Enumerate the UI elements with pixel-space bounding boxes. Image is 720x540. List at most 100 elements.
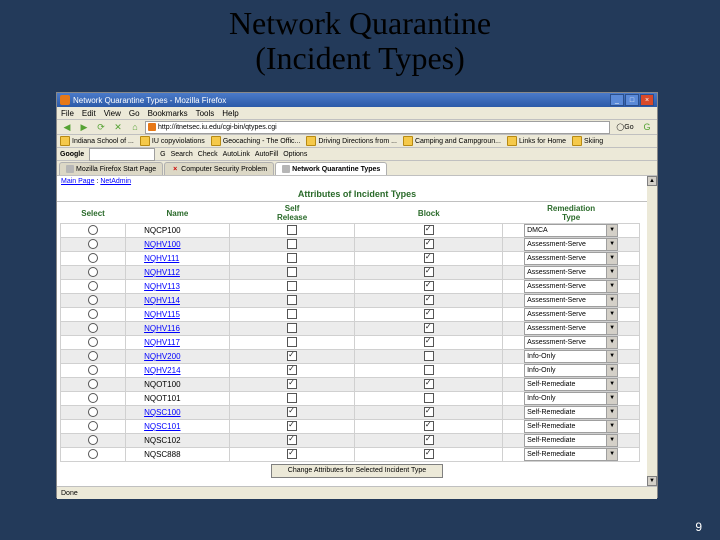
block-checkbox[interactable] <box>424 225 434 235</box>
google-autofill-button[interactable]: AutoFill <box>255 151 278 158</box>
self-release-checkbox[interactable] <box>287 225 297 235</box>
row-name[interactable]: NQHV115 <box>126 308 230 322</box>
block-checkbox[interactable] <box>424 253 434 263</box>
remediation-select[interactable]: Assessment-Serve▼ <box>524 280 618 293</box>
remediation-select[interactable]: Assessment-Serve▼ <box>524 308 618 321</box>
self-release-checkbox[interactable] <box>287 267 297 277</box>
self-release-checkbox[interactable] <box>287 281 297 291</box>
remediation-select[interactable]: Self-Remediate▼ <box>524 420 618 433</box>
self-release-checkbox[interactable] <box>287 323 297 333</box>
block-checkbox[interactable] <box>424 365 434 375</box>
minimize-button[interactable]: _ <box>610 94 624 106</box>
block-checkbox[interactable] <box>424 281 434 291</box>
select-radio[interactable] <box>88 421 98 431</box>
block-checkbox[interactable] <box>424 337 434 347</box>
breadcrumb-netadmin[interactable]: NetAdmin <box>100 178 131 185</box>
home-button[interactable]: ⌂ <box>128 121 142 133</box>
address-bar[interactable]: http://itnetsec.iu.edu/cgi-bin/qtypes.cg… <box>145 121 610 134</box>
row-name[interactable]: NQHV112 <box>126 266 230 280</box>
bookmark-item[interactable]: Geocaching - The Offic... <box>211 136 301 146</box>
google-autolink-button[interactable]: AutoLink <box>223 151 250 158</box>
remediation-select[interactable]: Self-Remediate▼ <box>524 434 618 447</box>
self-release-checkbox[interactable] <box>287 365 297 375</box>
remediation-select[interactable]: Assessment-Serve▼ <box>524 252 618 265</box>
select-radio[interactable] <box>88 267 98 277</box>
remediation-select[interactable]: Assessment-Serve▼ <box>524 238 618 251</box>
remediation-select[interactable]: Self-Remediate▼ <box>524 448 618 461</box>
self-release-checkbox[interactable] <box>287 449 297 459</box>
block-checkbox[interactable] <box>424 421 434 431</box>
block-checkbox[interactable] <box>424 351 434 361</box>
block-checkbox[interactable] <box>424 323 434 333</box>
row-name[interactable]: NQHV111 <box>126 252 230 266</box>
reload-button[interactable]: ⟳ <box>94 121 108 133</box>
self-release-checkbox[interactable] <box>287 295 297 305</box>
menu-file[interactable]: File <box>61 109 74 118</box>
self-release-checkbox[interactable] <box>287 253 297 263</box>
self-release-checkbox[interactable] <box>287 239 297 249</box>
menu-bookmarks[interactable]: Bookmarks <box>148 109 188 118</box>
block-checkbox[interactable] <box>424 309 434 319</box>
select-radio[interactable] <box>88 309 98 319</box>
bookmark-item[interactable]: IU copyviolations <box>140 136 205 146</box>
row-name[interactable]: NQHV116 <box>126 322 230 336</box>
row-name[interactable]: NQHV114 <box>126 294 230 308</box>
select-radio[interactable] <box>88 225 98 235</box>
select-radio[interactable] <box>88 393 98 403</box>
self-release-checkbox[interactable] <box>287 309 297 319</box>
search-engine-icon[interactable]: G <box>640 121 654 133</box>
remediation-select[interactable]: Self-Remediate▼ <box>524 406 618 419</box>
close-button[interactable]: × <box>640 94 654 106</box>
remediation-select[interactable]: Info-Only▼ <box>524 364 618 377</box>
block-checkbox[interactable] <box>424 449 434 459</box>
tab-item-active[interactable]: Network Quarantine Types <box>275 162 387 175</box>
remediation-select[interactable]: Assessment-Serve▼ <box>524 294 618 307</box>
forward-button[interactable]: ▶ <box>77 121 91 133</box>
scroll-up-button[interactable]: ▲ <box>647 176 657 186</box>
select-radio[interactable] <box>88 449 98 459</box>
select-radio[interactable] <box>88 407 98 417</box>
tab-item[interactable]: Mozilla Firefox Start Page <box>59 162 163 175</box>
menu-help[interactable]: Help <box>222 109 238 118</box>
bookmark-item[interactable]: Skiing <box>572 136 603 146</box>
select-radio[interactable] <box>88 379 98 389</box>
self-release-checkbox[interactable] <box>287 393 297 403</box>
block-checkbox[interactable] <box>424 295 434 305</box>
row-name[interactable]: NQHV113 <box>126 280 230 294</box>
breadcrumb-main[interactable]: Main Page <box>61 178 94 185</box>
block-checkbox[interactable] <box>424 267 434 277</box>
menu-view[interactable]: View <box>104 109 121 118</box>
remediation-select[interactable]: Self-Remediate▼ <box>524 378 618 391</box>
go-button[interactable]: ◯ Go <box>613 122 637 133</box>
self-release-checkbox[interactable] <box>287 407 297 417</box>
self-release-checkbox[interactable] <box>287 351 297 361</box>
remediation-select[interactable]: Assessment-Serve▼ <box>524 266 618 279</box>
remediation-select[interactable]: Assessment-Serve▼ <box>524 336 618 349</box>
google-options-button[interactable]: Options <box>283 151 307 158</box>
tab-item[interactable]: ×Computer Security Problem <box>164 162 274 175</box>
back-button[interactable]: ◀ <box>60 121 74 133</box>
vertical-scrollbar[interactable]: ▲ ▼ <box>647 176 657 486</box>
select-radio[interactable] <box>88 253 98 263</box>
select-radio[interactable] <box>88 365 98 375</box>
remediation-select[interactable]: Assessment-Serve▼ <box>524 322 618 335</box>
google-check-button[interactable]: Check <box>198 151 218 158</box>
stop-button[interactable]: ✕ <box>111 121 125 133</box>
maximize-button[interactable]: □ <box>625 94 639 106</box>
row-name[interactable]: NQHV200 <box>126 350 230 364</box>
change-attributes-button[interactable]: Change Attributes for Selected Incident … <box>271 464 443 478</box>
block-checkbox[interactable] <box>424 407 434 417</box>
select-radio[interactable] <box>88 281 98 291</box>
google-g-button[interactable]: G <box>160 151 165 158</box>
scroll-down-button[interactable]: ▼ <box>647 476 657 486</box>
self-release-checkbox[interactable] <box>287 421 297 431</box>
block-checkbox[interactable] <box>424 379 434 389</box>
select-radio[interactable] <box>88 435 98 445</box>
block-checkbox[interactable] <box>424 239 434 249</box>
bookmark-item[interactable]: Camping and Campgroun... <box>403 136 501 146</box>
select-radio[interactable] <box>88 351 98 361</box>
bookmark-item[interactable]: Driving Directions from ... <box>306 136 397 146</box>
remediation-select[interactable]: Info-Only▼ <box>524 392 618 405</box>
select-radio[interactable] <box>88 323 98 333</box>
self-release-checkbox[interactable] <box>287 379 297 389</box>
